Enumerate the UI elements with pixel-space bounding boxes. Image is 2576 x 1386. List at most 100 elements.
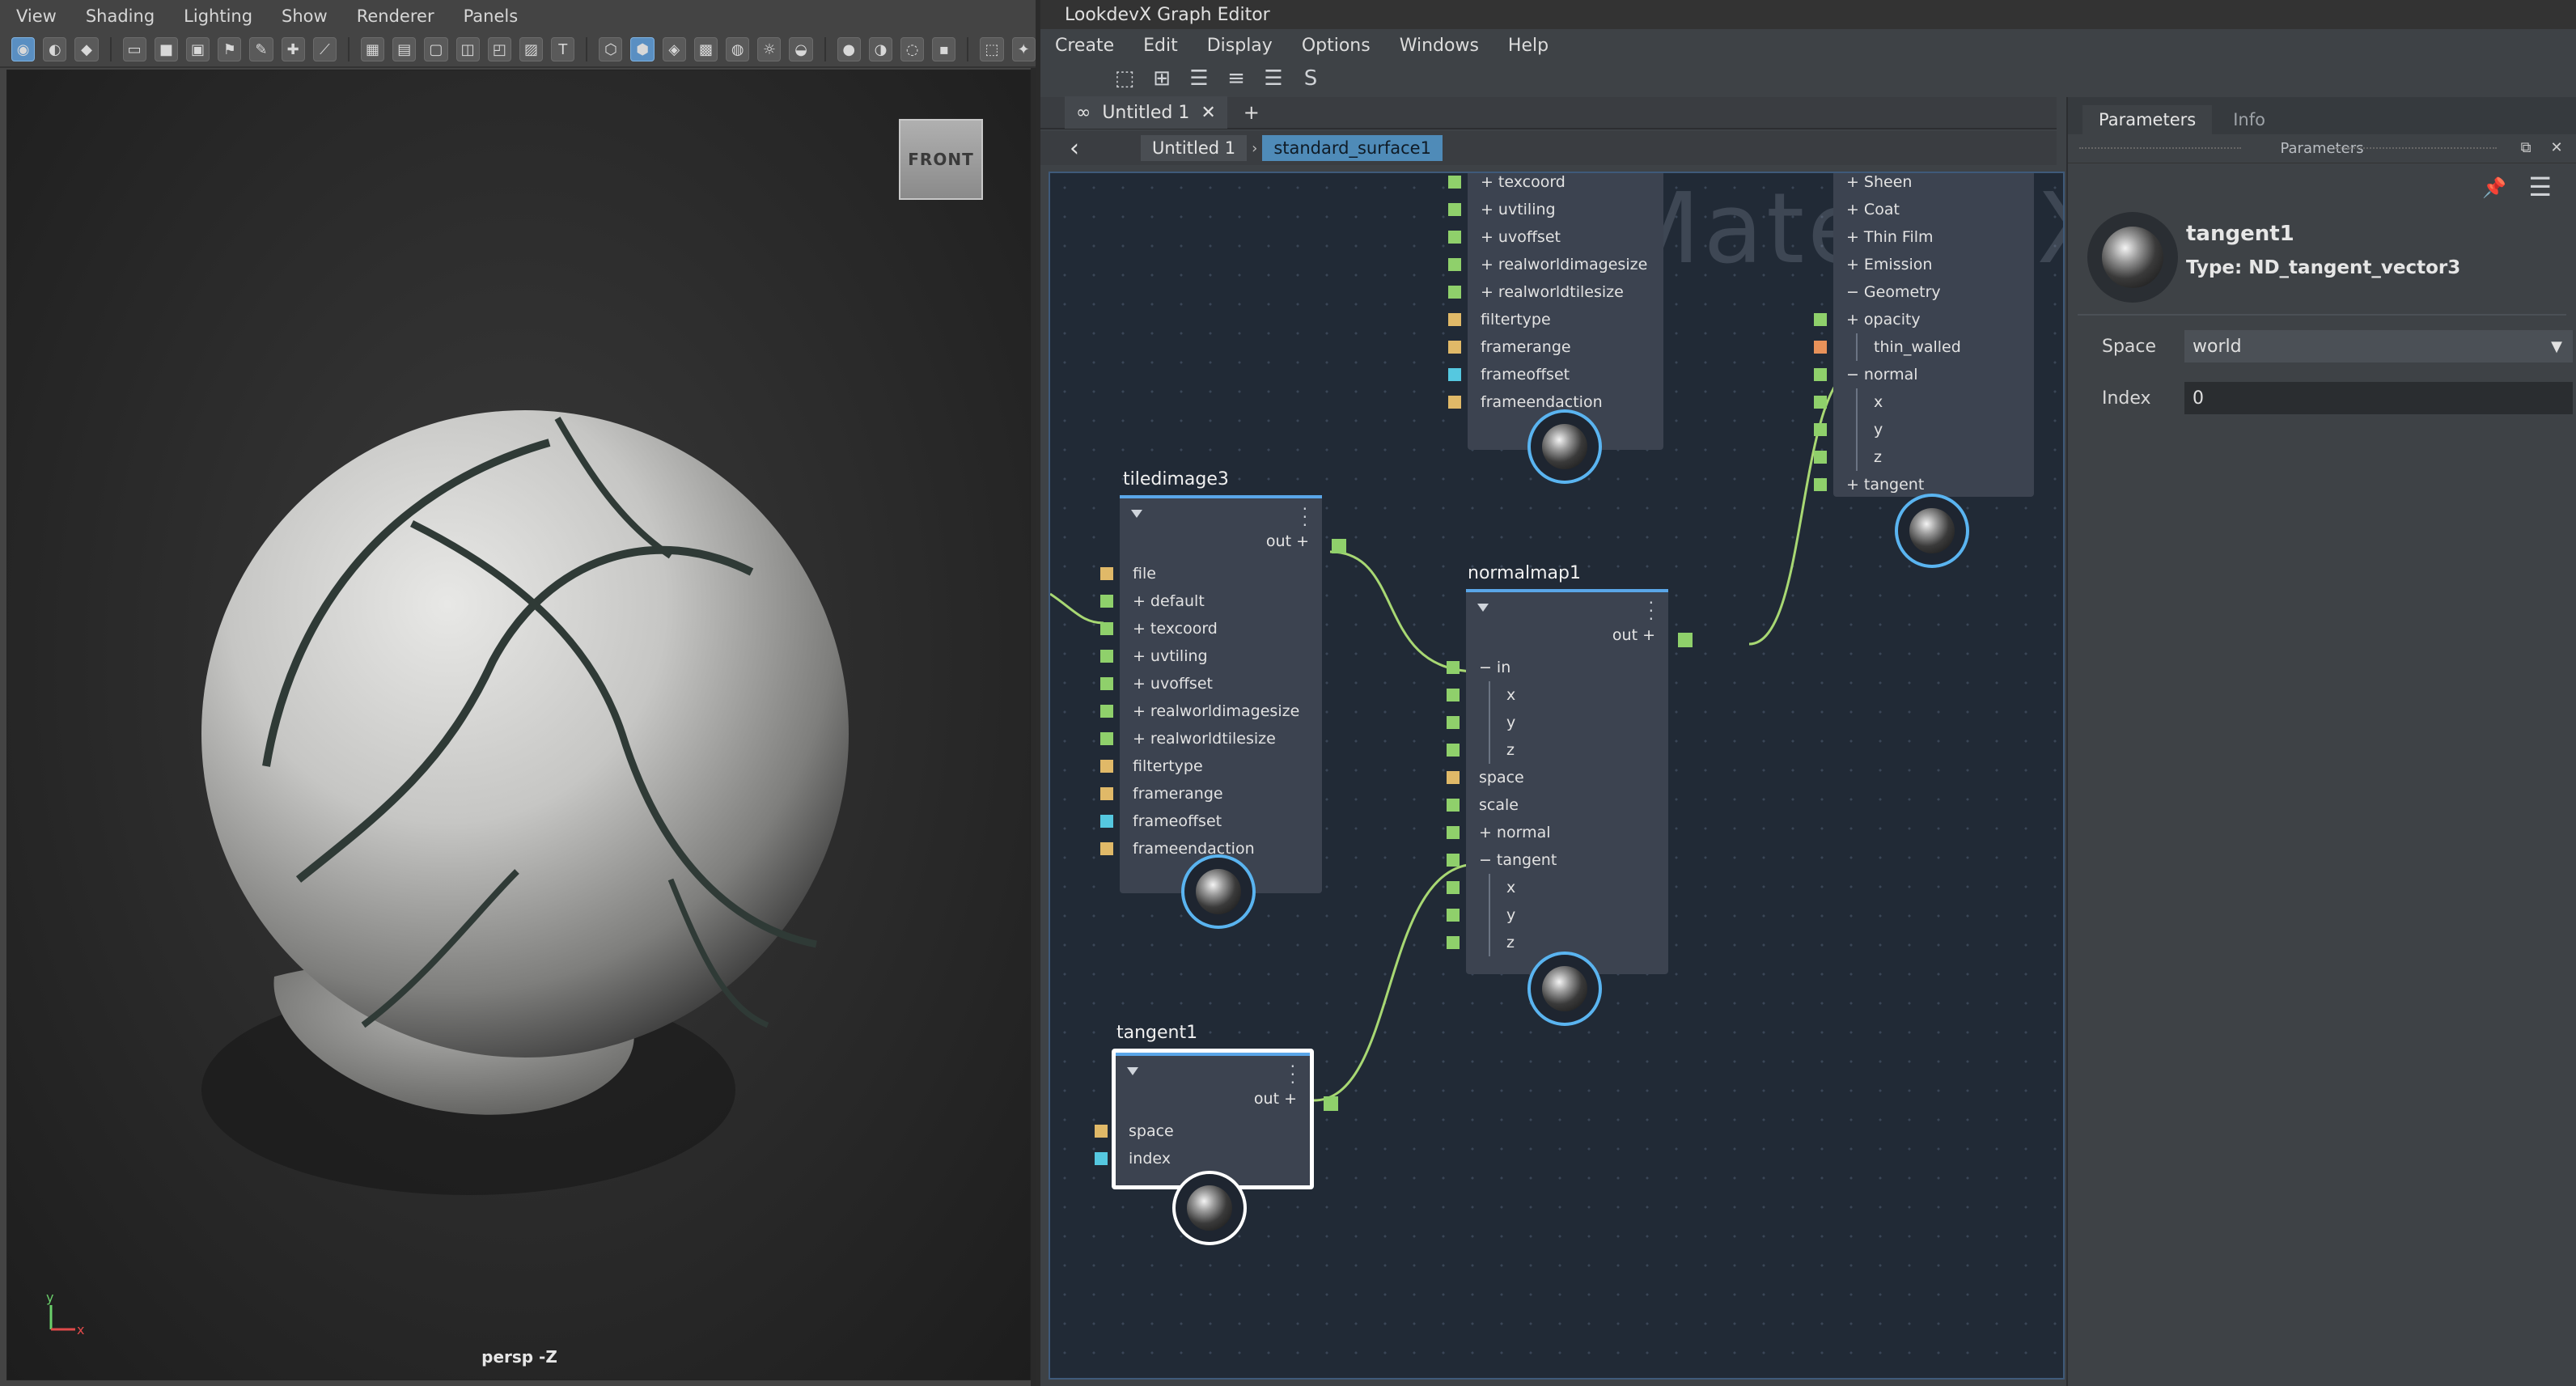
input-port[interactable]: − Geometry: [1833, 278, 2034, 306]
menu-shading[interactable]: Shading: [86, 6, 155, 26]
add-node-icon[interactable]: ⊞: [1149, 66, 1175, 91]
lights-icon[interactable]: ☼: [757, 37, 782, 61]
expand-plus-icon[interactable]: +: [1481, 201, 1493, 218]
field-chart-icon[interactable]: ◰: [487, 37, 511, 61]
flag-icon[interactable]: ⚑: [218, 37, 242, 61]
input-port[interactable]: + Thin Film: [1833, 223, 2034, 251]
safe-area-icon[interactable]: ◫: [455, 37, 480, 61]
node-preview-swatch[interactable]: [1895, 494, 1969, 568]
node-tangent1[interactable]: · · · out + space index: [1095, 1049, 1338, 1245]
float-window-icon[interactable]: ⧉: [2516, 139, 2536, 159]
input-port[interactable]: + realworldtilesize: [1448, 278, 1663, 306]
input-port-handle[interactable]: [1814, 451, 1827, 464]
breadcrumb-item-untitled[interactable]: Untitled 1: [1141, 135, 1248, 161]
input-port[interactable]: + uvoffset: [1100, 670, 1322, 697]
input-port-handle[interactable]: [1100, 650, 1113, 663]
node-graph-canvas[interactable]: MaterialX +texcoord+uvtiling+uvoffset+re…: [1049, 172, 2065, 1380]
chevron-down-icon[interactable]: ▼: [2540, 330, 2573, 362]
node-image-upper[interactable]: + texcoord + uvtiling + uvoffset + realworldima…: [1448, 173, 1663, 484]
node-preview-swatch[interactable]: [1527, 409, 1602, 484]
input-port[interactable]: framerange: [1448, 333, 1663, 361]
hamburger-menu-icon[interactable]: ☰: [2528, 172, 2552, 202]
view-cube[interactable]: FRONT: [899, 119, 983, 200]
input-port-handle[interactable]: [1447, 661, 1460, 674]
input-port[interactable]: x: [1814, 388, 2034, 416]
input-port-handle[interactable]: [1100, 622, 1113, 635]
pin-icon[interactable]: 📌: [2482, 176, 2506, 199]
menu-display[interactable]: Display: [1207, 36, 1273, 56]
expand-plus-icon[interactable]: +: [1481, 283, 1493, 301]
space-select[interactable]: world ▼: [2184, 330, 2573, 362]
collapse-minus-icon[interactable]: −: [1479, 659, 1492, 676]
collapse-minus-icon[interactable]: −: [1846, 366, 1859, 384]
menu-edit[interactable]: Edit: [1143, 36, 1178, 56]
expand-plus-icon[interactable]: +: [1133, 592, 1146, 610]
input-port[interactable]: + Coat: [1833, 196, 2034, 223]
expand-plus-icon[interactable]: +: [1846, 201, 1859, 218]
shadows-icon[interactable]: ◒: [789, 37, 813, 61]
output-port[interactable]: out +: [1116, 1090, 1338, 1117]
input-port-handle[interactable]: [1448, 258, 1461, 271]
collapse-arrow-icon[interactable]: [1127, 1067, 1138, 1075]
input-port-handle[interactable]: [1095, 1125, 1108, 1138]
resolution-gate-icon[interactable]: ▤: [392, 37, 417, 61]
close-panel-icon[interactable]: ✕: [2547, 139, 2566, 159]
input-port-handle[interactable]: [1100, 595, 1113, 608]
menu-panels[interactable]: Panels: [464, 6, 519, 26]
input-port-handle[interactable]: [1447, 716, 1460, 729]
input-port[interactable]: index: [1095, 1145, 1310, 1172]
input-port-handle[interactable]: [1447, 936, 1460, 949]
menu-options[interactable]: Options: [1302, 36, 1371, 56]
expand-plus-icon[interactable]: +: [1133, 620, 1146, 638]
input-port-handle[interactable]: [1447, 881, 1460, 894]
input-port-handle[interactable]: [1814, 341, 1827, 354]
tab-untitled-1[interactable]: ∞ Untitled 1 ✕: [1065, 96, 1227, 129]
collapse-minus-icon[interactable]: −: [1846, 283, 1859, 301]
input-port[interactable]: thin_walled: [1814, 333, 2034, 361]
node-header[interactable]: · · ·: [1466, 589, 1668, 627]
node-graph-icon[interactable]: ⬚: [1112, 66, 1138, 91]
expand-plus-icon[interactable]: +: [1846, 256, 1859, 273]
input-port-handle[interactable]: [1448, 313, 1461, 326]
input-port-handle[interactable]: [1814, 368, 1827, 381]
clear-graph-icon[interactable]: S: [1298, 66, 1324, 91]
expand-plus-icon[interactable]: +: [1481, 256, 1493, 273]
input-port[interactable]: z: [1447, 736, 1668, 764]
expand-plus-icon[interactable]: +: [1133, 730, 1146, 748]
input-port-handle[interactable]: [1448, 203, 1461, 216]
input-port[interactable]: + uvtiling: [1100, 642, 1322, 670]
wireframe-on-shaded-icon[interactable]: ◈: [662, 37, 686, 61]
expand-plus-icon[interactable]: +: [1481, 228, 1493, 246]
menu-help[interactable]: Help: [1508, 36, 1549, 56]
input-port[interactable]: + uvtiling: [1448, 196, 1663, 223]
grease-pencil-icon[interactable]: ✎: [249, 37, 273, 61]
input-port-handle[interactable]: [1448, 231, 1461, 244]
tab-close-icon[interactable]: ✕: [1201, 103, 1215, 123]
input-port[interactable]: − tangent: [1447, 846, 1668, 874]
ambient-occlusion-icon[interactable]: ●: [837, 37, 861, 61]
input-port-handle[interactable]: [1814, 313, 1827, 326]
input-port[interactable]: y: [1447, 901, 1668, 929]
input-port[interactable]: − in: [1447, 654, 1668, 681]
expand-plus-icon[interactable]: +: [1846, 311, 1859, 328]
node-preview-swatch[interactable]: [1181, 854, 1256, 929]
gate-mask-icon[interactable]: ▢: [424, 37, 448, 61]
collapse-minus-icon[interactable]: −: [1479, 851, 1492, 869]
input-port-handle[interactable]: [1100, 760, 1113, 773]
grid-icon[interactable]: ▦: [360, 37, 385, 61]
collapse-arrow-icon[interactable]: [1131, 510, 1142, 518]
input-port-handle[interactable]: [1447, 854, 1460, 867]
drag-grip[interactable]: [2335, 147, 2497, 150]
input-port-handle[interactable]: [1814, 423, 1827, 436]
isolate-select-icon[interactable]: ⬚: [980, 37, 1004, 61]
input-port-handle[interactable]: [1447, 744, 1460, 757]
viewport-canvas[interactable]: FRONT y x persp -Z: [6, 70, 1031, 1380]
input-port[interactable]: z: [1814, 443, 2034, 471]
menu-windows[interactable]: Windows: [1400, 36, 1479, 56]
input-port[interactable]: − normal: [1814, 361, 2034, 388]
node-menu-icon[interactable]: · · ·: [1303, 501, 1307, 533]
input-port[interactable]: + realworldimagesize: [1448, 251, 1663, 278]
menu-create[interactable]: Create: [1055, 36, 1114, 56]
input-port-handle[interactable]: [1100, 677, 1113, 690]
input-port[interactable]: + Emission: [1833, 251, 2034, 278]
